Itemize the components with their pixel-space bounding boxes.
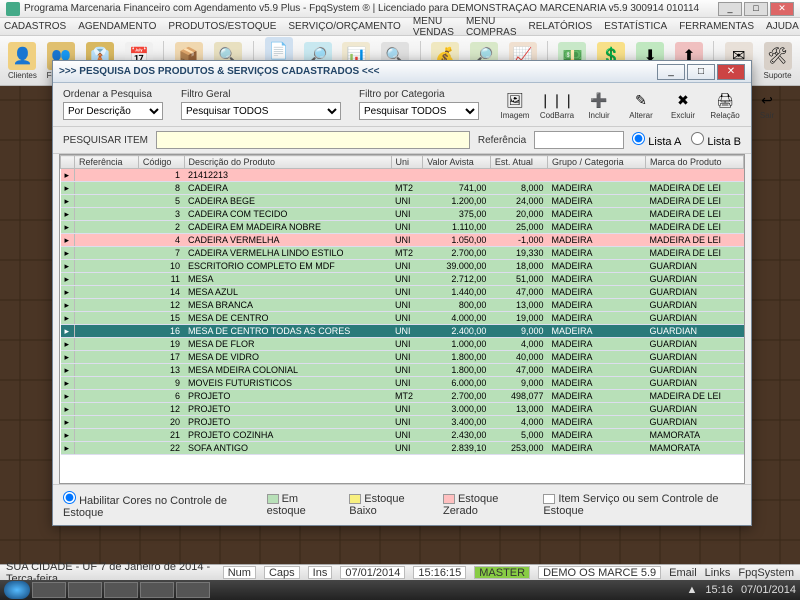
legend-estoque-zerado: Estoque Zerado [443,493,527,517]
table-row[interactable]: ▸22SOFA ANTIGOUNI2.839,10253,000MADEIRAM… [61,442,744,455]
window-buttons: _ □ ✕ [718,2,794,16]
table-row[interactable]: ▸12PROJETOUNI3.000,0013,000MADEIRAGUARDI… [61,403,744,416]
minimize-button[interactable]: _ [718,2,742,16]
toolbar-suporte[interactable]: 🛠Suporte [761,42,794,80]
legend-row: Habilitar Cores no Controle de Estoque E… [53,484,751,525]
maximize-button[interactable]: □ [744,2,768,16]
table-row[interactable]: ▸7CADEIRA VERMELHA LINDO ESTILOMT22.700,… [61,247,744,260]
win-close-button[interactable]: ✕ [717,64,745,80]
table-row[interactable]: ▸10ESCRITORIO COMPLETO EM MDFUNI39.000,0… [61,260,744,273]
app-titlebar: Programa Marcenaria Financeiro com Agend… [0,0,800,18]
status-bar: SUA CIDADE - UF 7 de Janeiro de 2014 - T… [0,564,800,580]
table-row[interactable]: ▸13MESA MDEIRA COLONIALUNI1.800,0047,000… [61,364,744,377]
status-demo: DEMO OS MARCE 5.9 [538,566,661,579]
menu-item[interactable]: MENU COMPRAS [466,16,517,38]
app-title: Programa Marcenaria Financeiro com Agend… [24,3,714,14]
status-links[interactable]: Links [705,567,731,579]
search-window: >>> PESQUISA DOS PRODUTOS & SERVIÇOS CAD… [52,60,752,526]
reference-label: Referência [478,135,526,146]
menu-item[interactable]: FERRAMENTAS [679,21,754,32]
menu-item[interactable]: ESTATÍSTICA [604,21,667,32]
search-label: PESQUISAR ITEM [63,135,148,146]
status-num: Num [223,566,256,579]
legend-estoque-baixo: Estoque Baixo [349,493,427,517]
tray-time: 15:16 [705,584,733,596]
task-item[interactable] [32,582,66,598]
filter-select[interactable]: Pesquisar TODOS [181,102,341,120]
status-email[interactable]: Email [669,567,697,579]
search-row: PESQUISAR ITEM Referência Lista A Lista … [53,127,751,154]
menu-item[interactable]: PRODUTOS/ESTOQUE [168,21,276,32]
table-row[interactable]: ▸121412213 [61,169,744,182]
status-time: 15:16:15 [413,566,466,579]
close-button[interactable]: ✕ [770,2,794,16]
menu-item[interactable]: MENU VENDAS [413,16,454,38]
menu-item[interactable]: AJUDA [766,21,799,32]
table-row[interactable]: ▸20PROJETOUNI3.400,004,000MADEIRAGUARDIA… [61,416,744,429]
action-sair[interactable]: ↩Sair [749,89,785,120]
table-row[interactable]: ▸8CADEIRAMT2741,008,000MADEIRAMADEIRA DE… [61,182,744,195]
status-date: 07/01/2014 [340,566,405,579]
task-item[interactable] [104,582,138,598]
filter-controls: Ordenar a Pesquisa Por Descrição Filtro … [53,83,751,127]
table-row[interactable]: ▸4CADEIRA VERMELHAUNI1.050,00-1,000MADEI… [61,234,744,247]
action-relação[interactable]: 🖨Relação [707,89,743,120]
action-alterar[interactable]: ✎Alterar [623,89,659,120]
category-select[interactable]: Pesquisar TODOS [359,102,479,120]
category-label: Filtro por Categoria [359,89,479,100]
table-row[interactable]: ▸5CADEIRA BEGEUNI1.200,0024,000MADEIRAMA… [61,195,744,208]
table-row[interactable]: ▸16MESA DE CENTRO TODAS AS CORESUNI2.400… [61,325,744,338]
window-header: >>> PESQUISA DOS PRODUTOS & SERVIÇOS CAD… [53,61,751,83]
table-row[interactable]: ▸19MESA DE FLORUNI1.000,004,000MADEIRAGU… [61,338,744,351]
filter-label: Filtro Geral [181,89,341,100]
table-row[interactable]: ▸2CADEIRA EM MADEIRA NOBREUNI1.110,0025,… [61,221,744,234]
legend-em-estoque: Em estoque [267,493,334,517]
system-tray[interactable]: ▲ 15:16 07/01/2014 [687,584,796,596]
table-row[interactable]: ▸21PROJETO COZINHAUNI2.430,005,000MADEIR… [61,429,744,442]
table-row[interactable]: ▸12MESA BRANCAUNI800,0013,000MADEIRAGUAR… [61,299,744,312]
status-fpq[interactable]: FpqSystem [738,567,794,579]
menu-item[interactable]: SERVIÇO/ORÇAMENTO [288,21,400,32]
task-item[interactable] [140,582,174,598]
lista-a-radio[interactable]: Lista A [632,132,681,148]
toolbar-clientes[interactable]: 👤Clientes [6,42,39,80]
action-codbarra[interactable]: ❘❘❘CodBarra [539,89,575,120]
table-row[interactable]: ▸14MESA AZULUNI1.440,0047,000MADEIRAGUAR… [61,286,744,299]
order-label: Ordenar a Pesquisa [63,89,163,100]
legend-item-servico: Item Serviço ou sem Controle de Estoque [543,493,741,517]
table-row[interactable]: ▸11MESAUNI2.712,0051,000MADEIRAGUARDIAN [61,273,744,286]
tray-date: 07/01/2014 [741,584,796,596]
enable-colors-checkbox[interactable]: Habilitar Cores no Controle de Estoque [63,491,251,519]
action-excluir[interactable]: ✖Excluir [665,89,701,120]
products-grid[interactable]: ReferênciaCódigoDescrição do ProdutoUniV… [59,154,745,484]
reference-input[interactable] [534,131,624,149]
menu-item[interactable]: RELATÓRIOS [529,21,593,32]
search-input[interactable] [156,131,470,149]
action-imagem[interactable]: 🖼Imagem [497,89,533,120]
table-row[interactable]: ▸17MESA DE VIDROUNI1.800,0040,000MADEIRA… [61,351,744,364]
table-row[interactable]: ▸6PROJETOMT22.700,00498,077MADEIRAMADEIR… [61,390,744,403]
lista-b-radio[interactable]: Lista B [691,132,741,148]
app-icon [6,2,20,16]
main-menubar: CADASTROS AGENDAMENTO PRODUTOS/ESTOQUE SERV… [0,18,800,36]
task-item[interactable] [176,582,210,598]
table-row[interactable]: ▸15MESA DE CENTROUNI4.000,0019,000MADEIR… [61,312,744,325]
status-caps: Caps [264,566,300,579]
order-select[interactable]: Por Descrição [63,102,163,120]
menu-item[interactable]: AGENDAMENTO [78,21,156,32]
window-title: >>> PESQUISA DOS PRODUTOS & SERVIÇOS CAD… [59,66,657,77]
action-incluir[interactable]: ➕Incluir [581,89,617,120]
table-row[interactable]: ▸3CADEIRA COM TECIDOUNI375,0020,000MADEI… [61,208,744,221]
taskbar: ▲ 15:16 07/01/2014 [0,580,800,600]
table-row[interactable]: ▸9MOVEIS FUTURISTICOSUNI6.000,009,000MAD… [61,377,744,390]
status-ins: Ins [308,566,333,579]
start-button[interactable] [4,581,30,599]
task-item[interactable] [68,582,102,598]
status-master: MASTER [474,566,530,579]
win-minimize-button[interactable]: _ [657,64,685,80]
menu-item[interactable]: CADASTROS [4,21,66,32]
win-maximize-button[interactable]: □ [687,64,715,80]
